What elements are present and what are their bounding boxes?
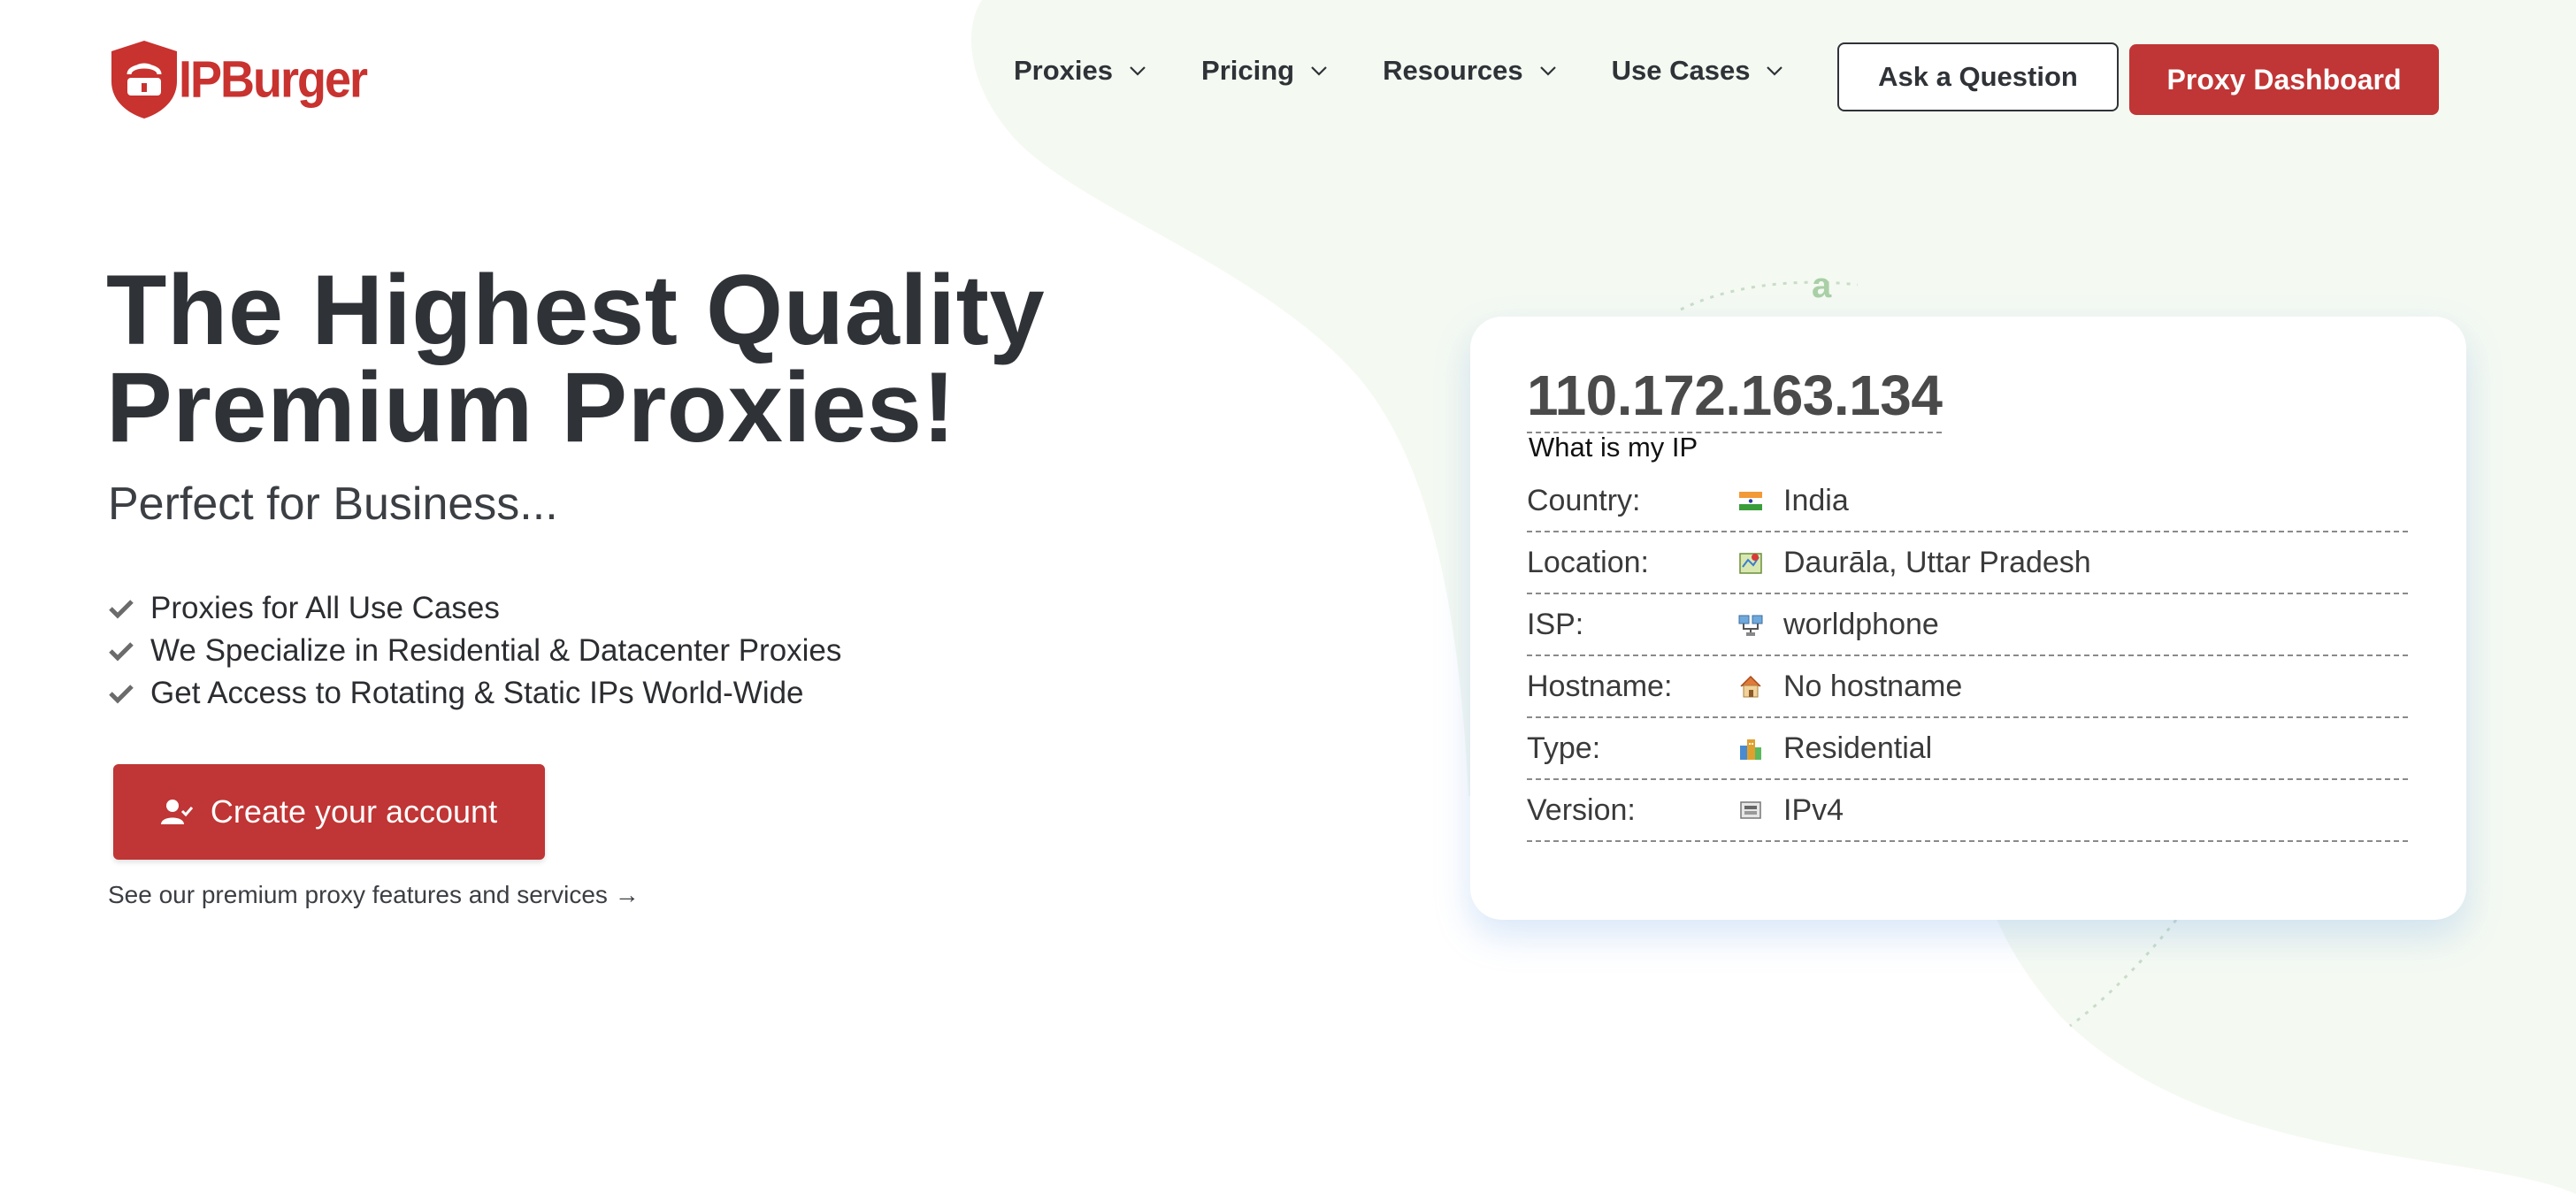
nav-use-cases-label: Use Cases	[1611, 55, 1751, 86]
ip-chip-icon	[1740, 801, 1761, 819]
feature-item: Proxies for All Use Cases	[108, 587, 841, 630]
feature-item: We Specialize in Residential & Datacente…	[108, 630, 841, 672]
ip-row-type: Type: Residential	[1527, 718, 2408, 780]
feature-text: We Specialize in Residential & Datacente…	[150, 633, 842, 668]
ip-row-country: Country: India	[1527, 471, 2408, 532]
user-check-icon	[160, 800, 193, 824]
house-icon	[1740, 675, 1761, 698]
network-icon	[1738, 615, 1763, 636]
nav-pricing-label: Pricing	[1201, 55, 1295, 86]
ip-details: Country: India Location: Daurāla, Uttar …	[1527, 471, 2408, 842]
logo-wordmark: IPBurger	[179, 50, 368, 109]
ip-row-location: Location: Daurāla, Uttar Pradesh	[1527, 532, 2408, 594]
nav-use-cases[interactable]: Use Cases	[1612, 55, 1784, 87]
row-value: Daurāla, Uttar Pradesh	[1783, 545, 2091, 579]
hero-title: The Highest Quality Premium Proxies!	[106, 255, 1256, 463]
see-features-link[interactable]: See our premium proxy features and servi…	[108, 881, 640, 909]
main-nav: Proxies Pricing Resources Use Cases	[1014, 55, 1838, 87]
check-icon	[109, 600, 134, 619]
feature-text: Get Access to Rotating & Static IPs Worl…	[150, 676, 804, 710]
ip-row-isp: ISP: worldphone	[1527, 594, 2408, 656]
nav-pricing[interactable]: Pricing	[1201, 55, 1328, 87]
nav-resources[interactable]: Resources	[1383, 55, 1557, 87]
shield-logo-icon	[111, 41, 177, 119]
chevron-down-icon	[1130, 66, 1146, 76]
check-icon	[109, 642, 134, 662]
hero-title-line-2: Premium Proxies!	[106, 352, 956, 463]
ip-row-hostname: Hostname: No hostname	[1527, 656, 2408, 718]
ip-address: 110.172.163.134	[1527, 363, 1943, 433]
row-label: Hostname:	[1527, 669, 1673, 703]
nav-proxies-label: Proxies	[1014, 55, 1114, 86]
ip-caption: What is my IP	[1529, 432, 1698, 463]
row-value: worldphone	[1783, 607, 1939, 641]
hero-title-line-1: The Highest Quality	[106, 255, 1046, 365]
feature-text: Proxies for All Use Cases	[150, 591, 500, 625]
row-label: Country:	[1527, 483, 1641, 517]
row-value: No hostname	[1783, 669, 1963, 703]
india-flag-icon	[1739, 492, 1762, 510]
site-header: IPBurger Proxies Pricing Resources Use C…	[0, 0, 2576, 159]
row-label: Location:	[1527, 545, 1649, 579]
ip-info-card: 110.172.163.134 What is my IP Country: I…	[1470, 317, 2466, 920]
buildings-icon	[1740, 739, 1761, 760]
row-label: Type:	[1527, 731, 1601, 765]
feature-list: Proxies for All Use Cases We Specialize …	[108, 587, 841, 715]
feature-item: Get Access to Rotating & Static IPs Worl…	[108, 672, 841, 715]
ask-question-button[interactable]: Ask a Question	[1837, 42, 2119, 111]
map-icon	[1739, 553, 1762, 574]
nav-resources-label: Resources	[1383, 55, 1523, 86]
nav-proxies[interactable]: Proxies	[1014, 55, 1146, 87]
row-label: Version:	[1527, 792, 1636, 827]
row-value: IPv4	[1783, 792, 1844, 827]
chevron-down-icon	[1767, 66, 1783, 76]
chevron-down-icon	[1539, 66, 1556, 76]
ip-row-version: Version: IPv4	[1527, 780, 2408, 842]
proxy-dashboard-button[interactable]: Proxy Dashboard	[2129, 44, 2439, 115]
hero-subtitle: Perfect for Business...	[108, 478, 558, 530]
row-label: ISP:	[1527, 607, 1584, 641]
check-icon	[109, 685, 134, 704]
chevron-down-icon	[1311, 66, 1327, 76]
create-account-label: Create your account	[210, 793, 498, 830]
svg-text:a: a	[1812, 266, 1832, 305]
row-value: India	[1783, 483, 1849, 517]
create-account-button[interactable]: Create your account	[113, 764, 545, 860]
row-value: Residential	[1783, 731, 1933, 765]
ipburger-logo[interactable]: IPBurger	[108, 37, 368, 122]
